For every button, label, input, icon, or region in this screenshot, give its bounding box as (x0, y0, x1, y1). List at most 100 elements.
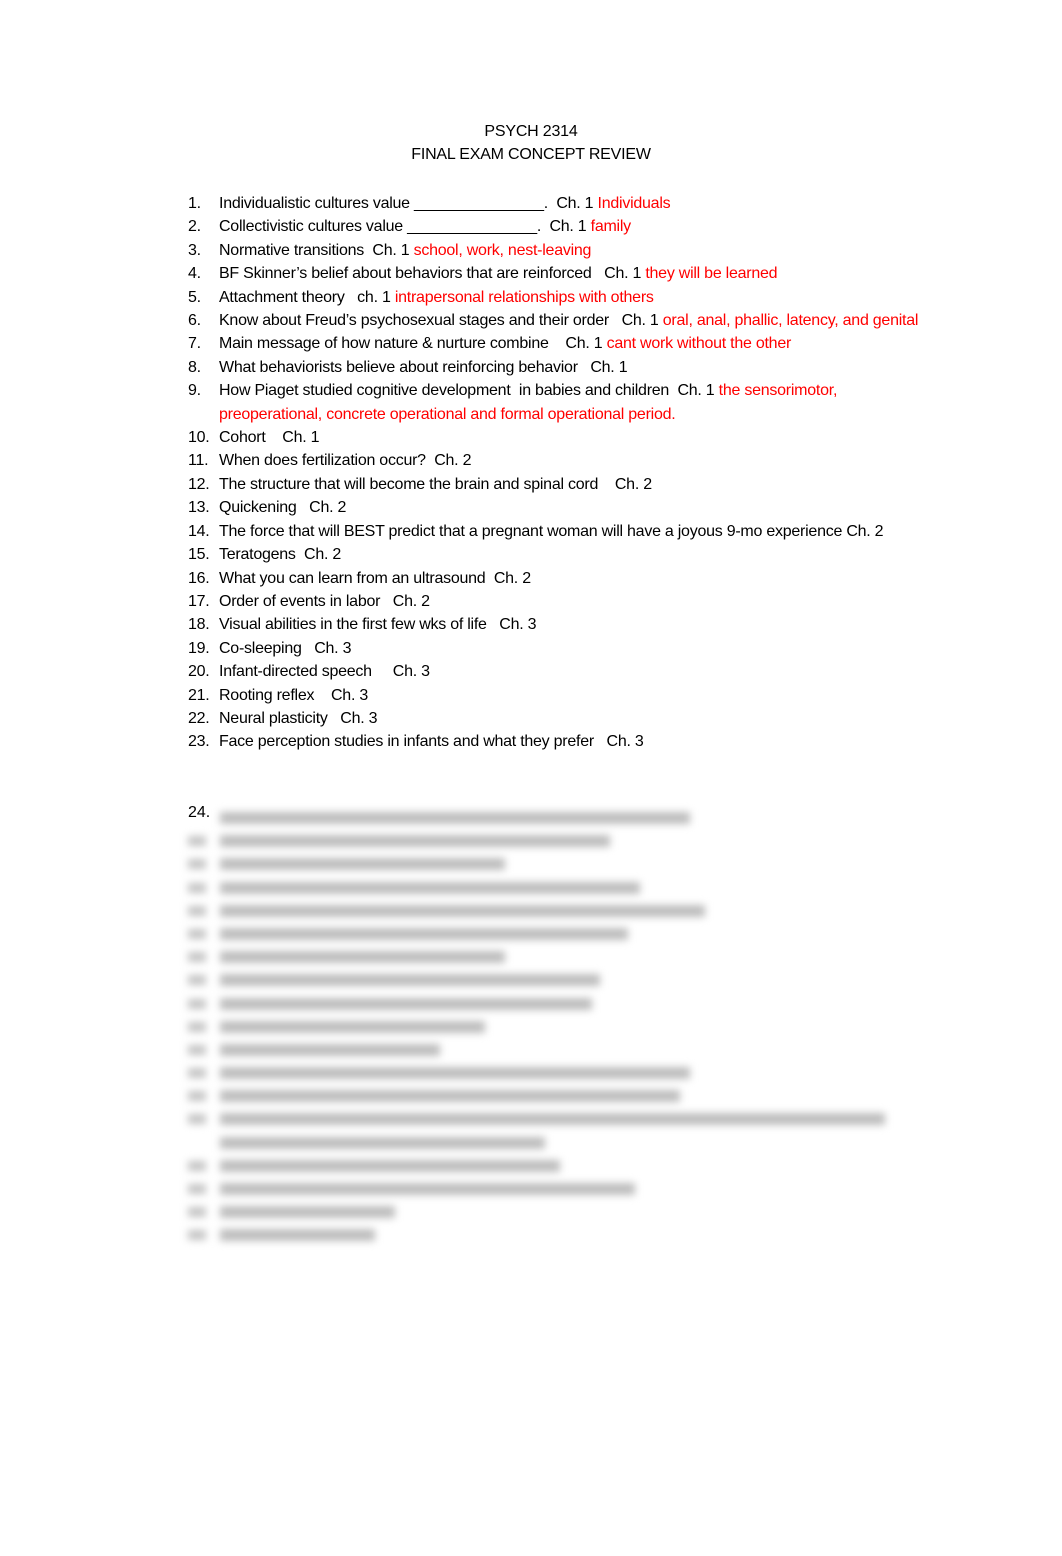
question-text: Know about Freud’s psychosexual stages a… (219, 312, 663, 330)
blurred-number (188, 1044, 206, 1055)
answer-text: intrapersonal relationships with others (394, 288, 654, 306)
blurred-line (186, 1061, 946, 1084)
question-text: The structure that will become the brain… (219, 475, 652, 493)
question-text: Collectivistic cultures value __________… (219, 218, 591, 236)
question-text: Attachment theory ch. 1 (219, 288, 395, 306)
question-number: 6. (188, 312, 201, 330)
question-text: Neural plasticity Ch. 3 (219, 709, 378, 727)
question-item: 3. Normative transitions Ch. 1 school, wo… (188, 239, 928, 262)
question-number: 18. (188, 616, 210, 634)
question-text: Normative transitions Ch. 1 (219, 241, 414, 259)
question-number: 4. (188, 265, 201, 283)
question-text: Co-sleeping Ch. 3 (219, 639, 352, 657)
blurred-line (186, 829, 946, 852)
blurred-text (220, 1067, 690, 1080)
blurred-text (220, 951, 505, 964)
answer-text: they will be learned (645, 265, 778, 283)
blurred-line (186, 899, 946, 922)
question-item: 18. Visual abilities in the first few wks… (188, 613, 928, 636)
question-text: Rooting reflex Ch. 3 (219, 686, 368, 704)
question-item: 19. Co-sleeping Ch. 3 (188, 637, 928, 660)
blurred-number (188, 1160, 206, 1171)
question-item: 17. Order of events in labor Ch. 2 (188, 590, 928, 613)
question-text: Quickening Ch. 2 (219, 499, 347, 517)
question-text: Visual abilities in the first few wks of… (219, 616, 537, 634)
blurred-number (188, 952, 206, 963)
question-list: 1. Individualistic cultures value _______… (188, 192, 928, 754)
question-number: 21. (188, 686, 210, 704)
question-number: 14. (188, 522, 210, 540)
blurred-number (188, 928, 206, 939)
question-text: How Piaget studied cognitive development… (219, 382, 719, 400)
answer-text: school, work, nest-leaving (413, 241, 592, 259)
question-number: 8. (188, 358, 201, 376)
blurred-number (188, 1230, 206, 1241)
blurred-text (220, 1113, 885, 1126)
blurred-number (188, 998, 206, 1009)
blurred-line (186, 876, 946, 899)
blurred-line (186, 1177, 946, 1200)
question-number: 15. (188, 546, 210, 564)
answer-text: oral, anal, phallic, latency, and genita… (662, 312, 919, 330)
question-item: 16. What you can learn from an ultrasound… (188, 567, 928, 590)
blurred-text (220, 1206, 395, 1219)
question-text: What you can learn from an ultrasound Ch… (219, 569, 531, 587)
question-item: 12. The structure that will become the br… (188, 473, 928, 496)
blurred-line (186, 1084, 946, 1107)
answer-text: cant work without the other (606, 335, 792, 353)
question-text: When does fertilization occur? Ch. 2 (219, 452, 472, 470)
question-item: 15. Teratogens Ch. 2 (188, 543, 928, 566)
question-text: Order of events in labor Ch. 2 (219, 592, 430, 610)
document-page: PSYCH 2314 FINAL EXAM CONCEPT REVIEW 1. I… (0, 0, 1062, 1556)
blurred-text (220, 1090, 680, 1103)
question-item: 4. BF Skinner’s belief about behaviors th… (188, 262, 928, 285)
blurred-line (186, 806, 946, 829)
blurred-line (186, 945, 946, 968)
blurred-number (188, 1184, 206, 1194)
blurred-number (188, 905, 206, 916)
blurred-text (220, 904, 705, 917)
question-text: Cohort Ch. 1 (219, 429, 320, 447)
blurred-line (186, 1038, 946, 1061)
question-item: 2. Collectivistic cultures value ________… (188, 215, 928, 238)
document-title: FINAL EXAM CONCEPT REVIEW (411, 146, 651, 163)
question-text: What behaviorists believe about reinforc… (219, 358, 628, 376)
blurred-line (186, 1131, 946, 1154)
blurred-text (220, 927, 628, 940)
question-item: 11. When does fertilization occur? Ch. 2 (188, 449, 928, 472)
question-text: Individualistic cultures value _________… (219, 195, 598, 212)
question-number: 12. (188, 475, 210, 493)
blurred-text (220, 881, 640, 894)
blurred-line (186, 1200, 946, 1223)
question-item: 8. What behaviorists believe about reinfo… (188, 356, 928, 379)
question-item: 7. Main message of how nature & nurture c… (188, 332, 928, 355)
answer-text: family (590, 218, 632, 236)
blurred-number (188, 1114, 206, 1125)
blurred-line (186, 968, 946, 991)
blurred-text (220, 1229, 375, 1242)
blurred-number (188, 1091, 206, 1102)
question-text: Face perception studies in infants and w… (219, 733, 644, 751)
blurred-line (186, 852, 946, 875)
question-number: 1. (188, 195, 201, 212)
question-text: Infant-directed speech Ch. 3 (219, 663, 430, 681)
blurred-text (220, 1136, 545, 1149)
question-text: BF Skinner’s belief about behaviors that… (219, 265, 646, 283)
blurred-number (188, 836, 206, 847)
blurred-number (188, 1068, 206, 1079)
blurred-text (220, 835, 610, 848)
question-number: 7. (188, 335, 201, 353)
blurred-text (220, 858, 505, 871)
course-code: PSYCH 2314 (484, 123, 578, 140)
blurred-text (220, 997, 592, 1010)
blurred-number (188, 975, 206, 986)
question-number: 9. (188, 382, 201, 400)
blurred-number (188, 1021, 206, 1032)
question-item: 6. Know about Freud’s psychosexual stages… (188, 309, 928, 332)
question-number: 5. (188, 288, 201, 306)
blurred-line (186, 1107, 946, 1130)
question-item: 9. How Piaget studied cognitive developme… (188, 379, 928, 426)
blurred-number (188, 1207, 206, 1218)
question-number: 13. (188, 499, 210, 517)
question-number: 2. (188, 218, 201, 236)
